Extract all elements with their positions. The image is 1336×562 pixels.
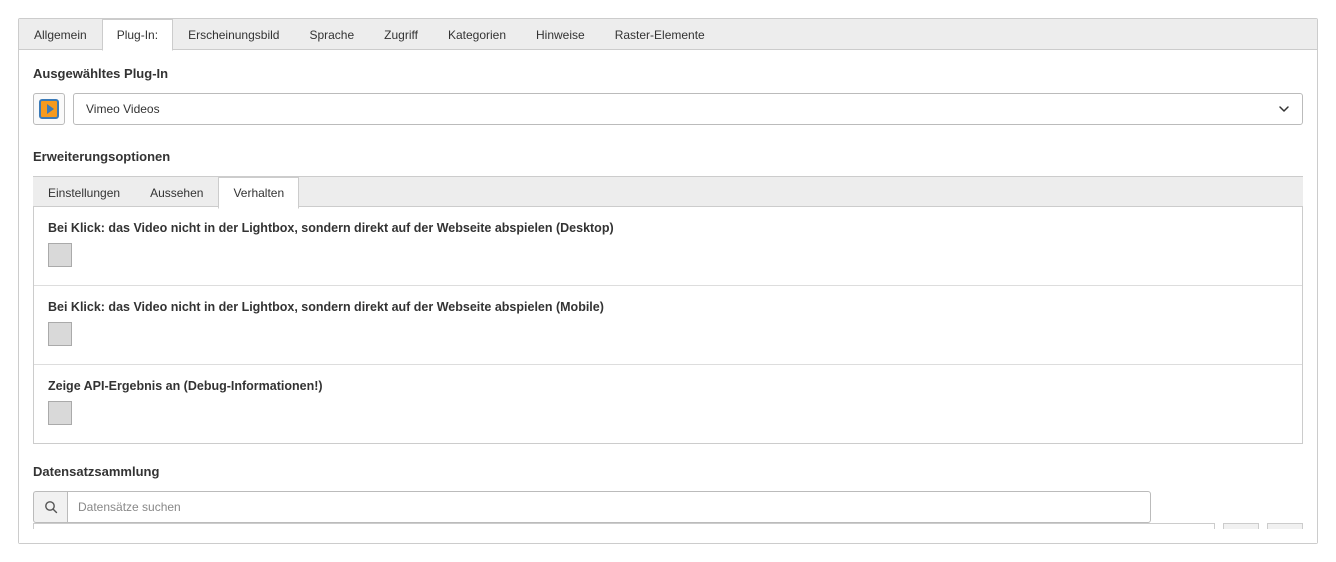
plugin-icon-box <box>33 93 65 125</box>
ext-tab-label: Verhalten <box>233 186 284 200</box>
tab-label: Raster-Elemente <box>615 28 705 42</box>
checkbox-mobile-inline[interactable] <box>48 322 72 346</box>
tab-label: Allgemein <box>34 28 87 42</box>
tab-raster-elemente[interactable]: Raster-Elemente <box>600 19 720 50</box>
ext-tab-aussehen[interactable]: Aussehen <box>135 177 218 208</box>
tab-zugriff[interactable]: Zugriff <box>369 19 433 50</box>
tab-kategorien[interactable]: Kategorien <box>433 19 521 50</box>
search-icon <box>33 491 67 523</box>
main-tabbar: Allgemein Plug-In: Erscheinungsbild Spra… <box>19 19 1317 50</box>
chevron-down-icon <box>1278 103 1290 115</box>
plugin-section-heading: Ausgewähltes Plug-In <box>33 66 1303 81</box>
records-list-top-edge <box>33 523 1215 529</box>
tab-erscheinungsbild[interactable]: Erscheinungsbild <box>173 19 294 50</box>
option-label-debug: Zeige API-Ergebnis an (Debug-Information… <box>48 379 1288 393</box>
tab-label: Sprache <box>309 28 354 42</box>
tab-label: Plug-In: <box>117 28 158 42</box>
tab-label: Hinweise <box>536 28 585 42</box>
records-search-input[interactable] <box>67 491 1151 523</box>
ext-tab-verhalten[interactable]: Verhalten <box>218 177 299 209</box>
tab-label: Zugriff <box>384 28 418 42</box>
ext-options-panel: Bei Klick: das Video nicht in der Lightb… <box>33 207 1303 444</box>
tab-label: Kategorien <box>448 28 506 42</box>
records-action-1[interactable] <box>1223 523 1259 529</box>
tab-sprache[interactable]: Sprache <box>294 19 369 50</box>
ext-tab-label: Einstellungen <box>48 186 120 200</box>
tab-label: Erscheinungsbild <box>188 28 279 42</box>
plugin-select[interactable]: Vimeo Videos <box>73 93 1303 125</box>
option-label-mobile-inline: Bei Klick: das Video nicht in der Lightb… <box>48 300 1288 314</box>
option-label-desktop-inline: Bei Klick: das Video nicht in der Lightb… <box>48 221 1288 235</box>
ext-tab-label: Aussehen <box>150 186 203 200</box>
records-action-2[interactable] <box>1267 523 1303 529</box>
checkbox-debug[interactable] <box>48 401 72 425</box>
play-icon <box>39 99 59 119</box>
tab-allgemein[interactable]: Allgemein <box>19 19 102 50</box>
ext-tab-einstellungen[interactable]: Einstellungen <box>33 177 135 208</box>
tab-hinweise[interactable]: Hinweise <box>521 19 600 50</box>
plugin-select-value: Vimeo Videos <box>86 102 160 116</box>
checkbox-desktop-inline[interactable] <box>48 243 72 267</box>
tab-plugin[interactable]: Plug-In: <box>102 19 173 51</box>
ext-tabbar: Einstellungen Aussehen Verhalten <box>33 176 1303 207</box>
ext-section-heading: Erweiterungsoptionen <box>33 149 1303 164</box>
records-section-heading: Datensatzsammlung <box>33 464 1303 479</box>
